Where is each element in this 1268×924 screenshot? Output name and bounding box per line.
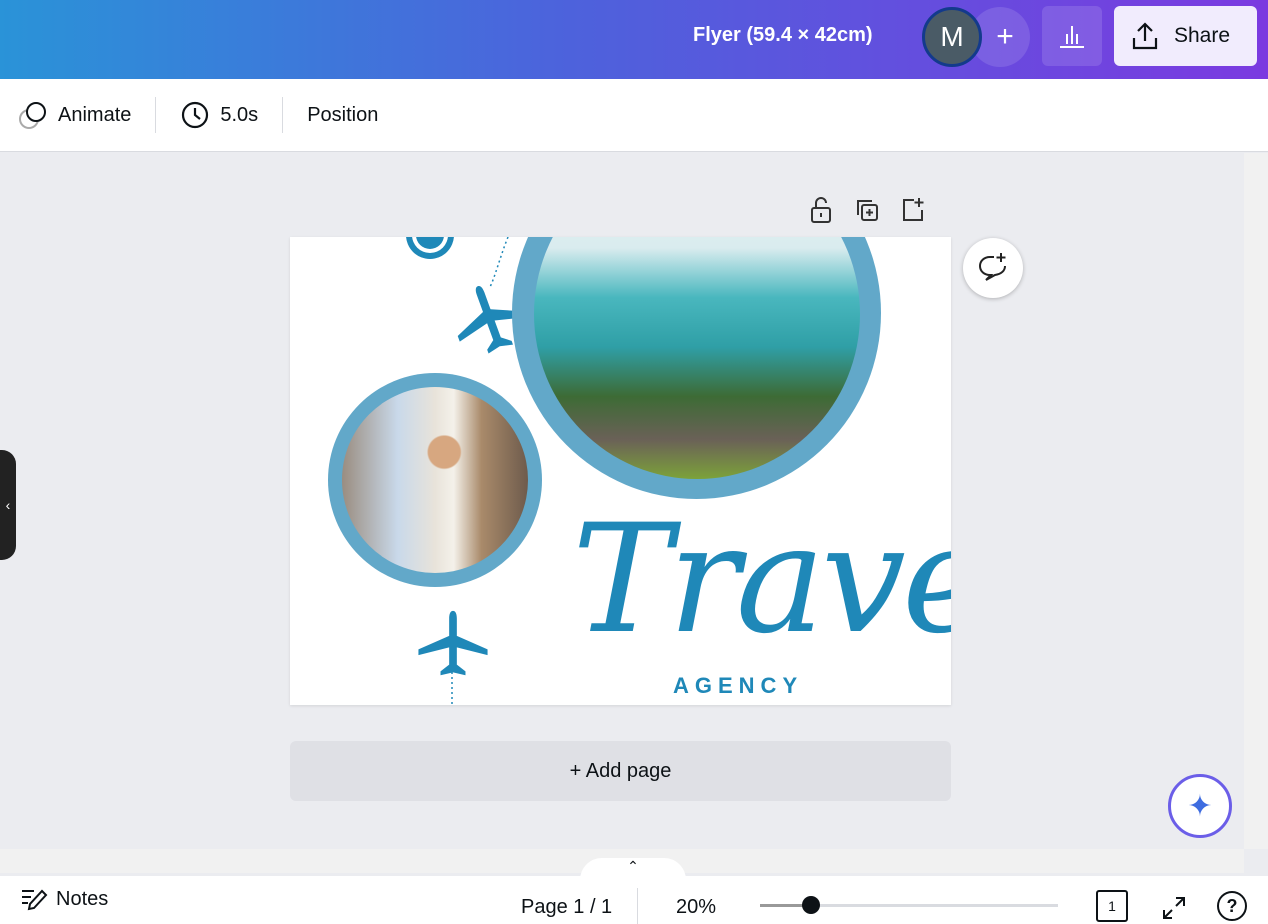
position-button[interactable]: Position [283, 97, 402, 133]
design-canvas[interactable]: Travel AGENCY [290, 237, 951, 705]
duration-button[interactable]: 5.0s [156, 97, 282, 133]
comment-add-icon [978, 253, 1006, 281]
divider [637, 888, 638, 924]
notes-button[interactable]: Notes [20, 886, 108, 912]
lock-icon[interactable] [808, 196, 834, 224]
page-actions [808, 196, 926, 224]
sparkle-icon: ✦ [1187, 789, 1213, 823]
help-icon: ? [1226, 895, 1238, 916]
top-bar: Flyer (59.4 × 42cm) + M Share [0, 0, 1268, 79]
woman-city-photo[interactable] [342, 387, 528, 573]
fullscreen-icon[interactable] [1160, 894, 1188, 922]
add-comment-button[interactable] [963, 238, 1023, 298]
airplane-icon [418, 610, 488, 676]
context-toolbar: Animate 5.0s Position [0, 79, 1268, 152]
share-label: Share [1174, 24, 1231, 47]
duplicate-page-icon[interactable] [854, 196, 880, 224]
design-title-text[interactable]: Travel [572, 505, 951, 655]
bottom-bar: Notes Page 1 / 1 20% 1 ? [0, 876, 1268, 924]
expand-side-panel-button[interactable]: ‹ [0, 450, 16, 560]
duration-label: 5.0s [220, 103, 259, 126]
add-page-icon[interactable] [900, 196, 926, 224]
help-button[interactable]: ? [1217, 891, 1247, 921]
avatar[interactable]: M [922, 7, 982, 67]
zoom-slider[interactable] [760, 896, 1058, 914]
share-button[interactable]: Share [1114, 6, 1257, 66]
zoom-level[interactable]: 20% [676, 896, 716, 919]
magic-assistant-button[interactable]: ✦ [1168, 774, 1232, 838]
page-indicator[interactable]: Page 1 / 1 [521, 896, 612, 919]
add-page-button[interactable]: + Add page [290, 741, 951, 801]
vertical-scrollbar[interactable] [1244, 153, 1268, 849]
document-title[interactable]: Flyer (59.4 × 42cm) [693, 24, 873, 47]
animate-button[interactable]: Animate [0, 97, 155, 133]
upload-icon [1132, 22, 1158, 50]
page-count-button[interactable]: 1 [1096, 890, 1128, 922]
animate-label: Animate [58, 103, 132, 126]
zoom-slider-handle[interactable] [801, 896, 820, 914]
page-count: 1 [1108, 898, 1116, 914]
bar-chart-icon [1060, 26, 1084, 48]
insights-button[interactable] [1042, 6, 1102, 66]
design-subtitle-text[interactable]: AGENCY [673, 673, 803, 699]
notes-label: Notes [56, 887, 109, 910]
clock-icon [182, 101, 209, 129]
notes-icon [22, 889, 48, 911]
position-label: Position [307, 103, 379, 126]
animate-icon [19, 102, 46, 129]
